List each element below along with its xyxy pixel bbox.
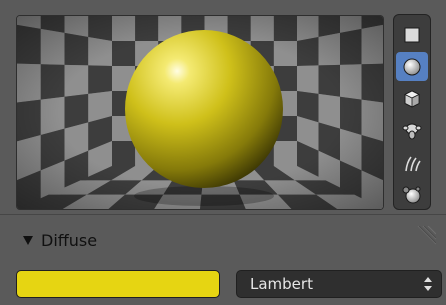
preview-flat-button[interactable]: [396, 20, 428, 49]
sphere-a-icon: [402, 186, 421, 203]
preview-hair-button[interactable]: [396, 148, 428, 177]
preview-type-toolbar: [393, 14, 431, 210]
preview-cube-button[interactable]: [396, 84, 428, 113]
diffuse-panel-header[interactable]: Diffuse: [0, 222, 446, 258]
preview-render: [17, 16, 383, 209]
flat-icon: [404, 27, 420, 42]
preview-sphere-a-button[interactable]: [396, 180, 428, 209]
preview-sphere: [125, 30, 283, 188]
drag-grip-icon[interactable]: [414, 226, 436, 248]
preview-monkey-button[interactable]: [396, 116, 428, 145]
shader-label: Lambert: [250, 275, 313, 293]
preview-sphere-button[interactable]: [396, 52, 428, 81]
hair-icon: [405, 156, 421, 171]
updown-arrows-icon: [424, 277, 432, 291]
collapse-arrow-icon[interactable]: [23, 235, 33, 245]
material-preview: [16, 15, 384, 210]
diffuse-shader-select[interactable]: Lambert: [236, 270, 442, 298]
monkey-icon: [402, 123, 422, 139]
sphere-icon: [403, 58, 421, 75]
diffuse-color-swatch[interactable]: [16, 270, 220, 298]
panel-divider: [0, 214, 446, 215]
cube-icon: [404, 89, 420, 108]
panel-title: Diffuse: [41, 230, 98, 250]
